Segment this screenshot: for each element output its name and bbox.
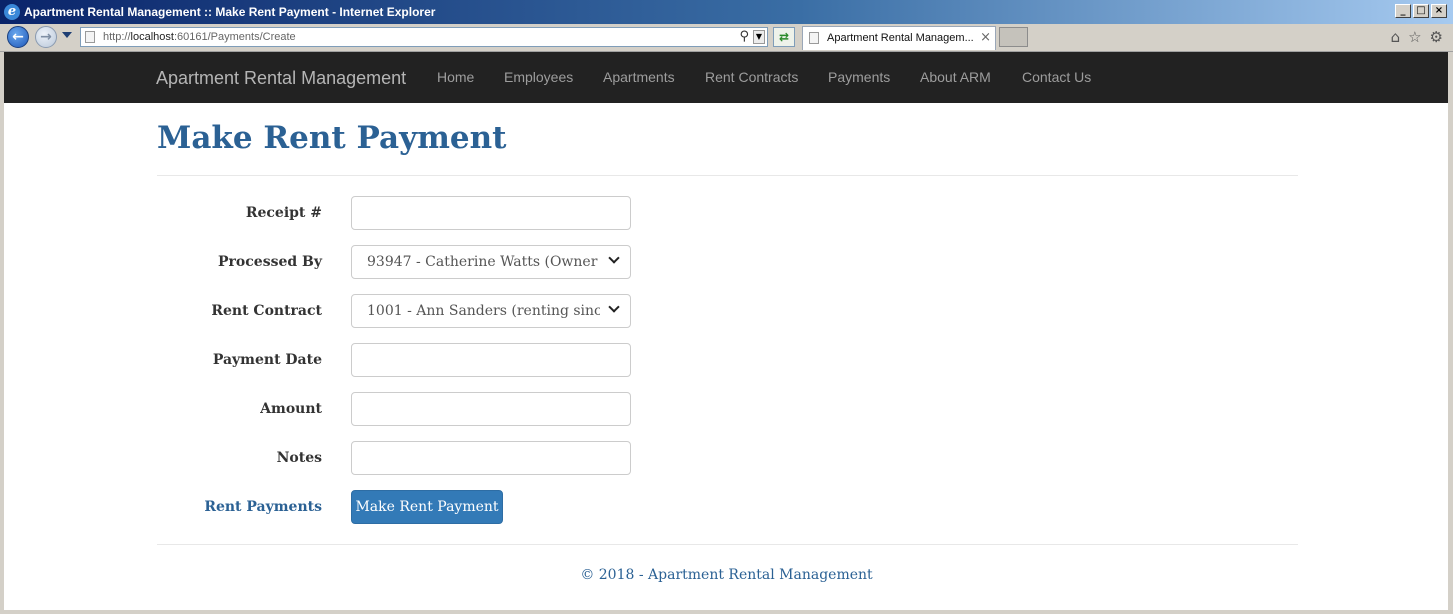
rent-contract-value: 1001 - Ann Sanders (renting since 7/1/20…: [367, 303, 600, 319]
title-divider: [157, 175, 1298, 176]
rent-contract-row: Rent Contract 1001 - Ann Sanders (rentin…: [150, 294, 640, 330]
payment-date-label: Payment Date: [212, 352, 322, 368]
nav-link-rent-contracts[interactable]: Rent Contracts: [705, 69, 798, 86]
window-frame-bottom: [0, 610, 1453, 614]
page-icon: [85, 31, 95, 43]
url-text[interactable]: http://localhost:60161/Payments/Create: [103, 31, 296, 44]
window-frame-right: [1448, 52, 1453, 614]
chevron-down-icon: [608, 252, 620, 264]
processed-by-row: Processed By 93947 - Catherine Watts (Ow…: [150, 245, 640, 281]
rent-contract-label: Rent Contract: [211, 303, 322, 319]
browser-right-icons: ⌂ ☆ ⚙: [1391, 28, 1443, 46]
receipt-row: Receipt #: [150, 196, 640, 232]
tab-title: Apartment Rental Managem...: [827, 32, 974, 44]
make-rent-payment-button[interactable]: Make Rent Payment: [351, 490, 503, 524]
nav-link-employees[interactable]: Employees: [504, 69, 573, 86]
rent-contract-select[interactable]: 1001 - Ann Sanders (renting since 7/1/20…: [351, 294, 631, 328]
tools-gear-icon[interactable]: ⚙: [1430, 28, 1443, 46]
back-button[interactable]: ←: [7, 26, 29, 48]
ie-logo-icon: e: [4, 4, 20, 20]
page-title: Make Rent Payment: [157, 120, 507, 156]
new-tab-button[interactable]: [999, 27, 1028, 47]
brand-link[interactable]: Apartment Rental Management: [156, 67, 406, 89]
address-bar[interactable]: http://localhost:60161/Payments/Create ⚲…: [80, 27, 768, 47]
amount-row: Amount: [150, 392, 640, 428]
nav-link-about[interactable]: About ARM: [920, 69, 991, 86]
actions-row: Rent Payments Make Rent Payment: [150, 490, 640, 526]
history-dropdown-icon[interactable]: [62, 32, 72, 38]
notes-row: Notes: [150, 441, 640, 477]
close-window-button[interactable]: ×: [1431, 4, 1447, 18]
window-controls: _ □ ×: [1395, 4, 1447, 18]
receipt-label: Receipt #: [245, 205, 322, 221]
payment-date-row: Payment Date: [150, 343, 640, 379]
search-icon[interactable]: ⚲: [739, 29, 749, 45]
browser-tab[interactable]: Apartment Rental Managem... ×: [802, 26, 996, 50]
nav-link-home[interactable]: Home: [437, 69, 474, 86]
footer-divider: [157, 544, 1298, 545]
maximize-button[interactable]: □: [1413, 4, 1429, 18]
window-frame-left: [0, 52, 4, 614]
chevron-down-icon: [608, 301, 620, 313]
processed-by-value: 93947 - Catherine Watts (Owner - General…: [367, 254, 600, 270]
amount-label: Amount: [260, 401, 322, 417]
window-title: Apartment Rental Management :: Make Rent…: [24, 5, 436, 19]
nav-link-apartments[interactable]: Apartments: [603, 69, 675, 86]
amount-input[interactable]: [351, 392, 631, 426]
home-icon[interactable]: ⌂: [1391, 28, 1401, 46]
window-titlebar: e Apartment Rental Management :: Make Re…: [0, 0, 1453, 24]
receipt-input[interactable]: [351, 196, 631, 230]
favorites-icon[interactable]: ☆: [1408, 28, 1421, 46]
notes-input[interactable]: [351, 441, 631, 475]
nav-link-contact[interactable]: Contact Us: [1022, 69, 1091, 86]
compatibility-refresh-button[interactable]: ⇄: [773, 27, 795, 47]
tab-close-icon[interactable]: ×: [980, 30, 991, 46]
tab-page-icon: [809, 32, 819, 44]
processed-by-select[interactable]: 93947 - Catherine Watts (Owner - General…: [351, 245, 631, 279]
processed-by-label: Processed By: [218, 254, 322, 270]
nav-link-payments[interactable]: Payments: [828, 69, 890, 86]
payment-date-input[interactable]: [351, 343, 631, 377]
browser-toolbar: ← → http://localhost:60161/Payments/Crea…: [0, 24, 1453, 52]
footer-copyright: © 2018 - Apartment Rental Management: [580, 567, 873, 583]
address-dropdown-icon[interactable]: ▼: [753, 30, 765, 44]
forward-button[interactable]: →: [35, 26, 57, 48]
notes-label: Notes: [276, 450, 322, 466]
rent-payments-link[interactable]: Rent Payments: [204, 499, 322, 516]
site-navbar: Apartment Rental Management Home Employe…: [4, 52, 1448, 103]
minimize-button[interactable]: _: [1395, 4, 1411, 18]
